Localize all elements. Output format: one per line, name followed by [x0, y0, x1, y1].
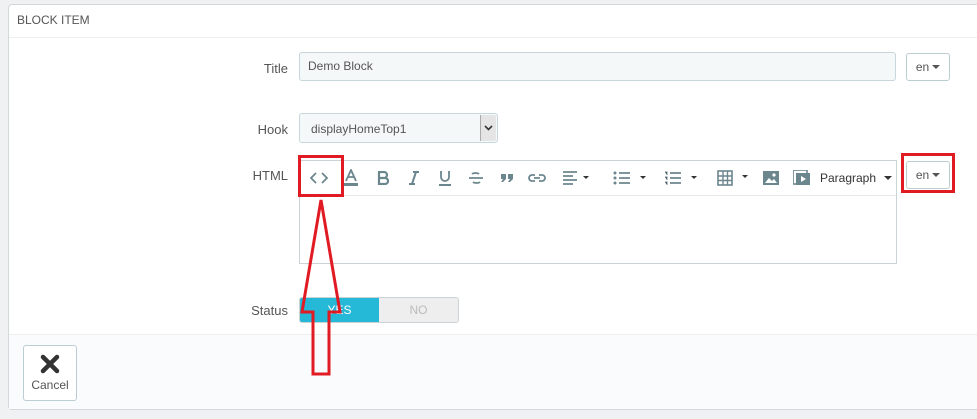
- cancel-button[interactable]: Cancel: [23, 345, 77, 401]
- bullet-list-icon[interactable]: [610, 166, 650, 190]
- panel-footer: Cancel: [9, 334, 977, 409]
- bold-icon[interactable]: [370, 166, 396, 190]
- blockquote-icon[interactable]: [494, 166, 520, 190]
- title-input[interactable]: Demo Block: [299, 52, 896, 81]
- numbered-list-icon[interactable]: [661, 166, 701, 190]
- panel-heading: BLOCK ITEM: [9, 5, 977, 38]
- link-icon[interactable]: [524, 166, 550, 190]
- align-icon[interactable]: [558, 166, 596, 190]
- chevron-down-icon: [932, 173, 941, 177]
- chevron-down-icon: [932, 65, 941, 69]
- html-label: HTML: [252, 168, 288, 183]
- paragraph-format-label: Paragraph: [819, 171, 877, 185]
- italic-icon[interactable]: [401, 166, 427, 190]
- hook-select-value: displayHomeTop1: [311, 122, 407, 136]
- panel-title: BLOCK ITEM: [17, 13, 90, 27]
- hook-select[interactable]: displayHomeTop1: [299, 113, 498, 143]
- status-no-option[interactable]: NO: [379, 298, 458, 322]
- table-icon[interactable]: [714, 166, 752, 190]
- annotation-arrow-icon: [300, 199, 342, 376]
- font-color-icon[interactable]: [338, 166, 364, 190]
- html-editor[interactable]: Paragraph: [299, 160, 897, 264]
- underline-icon[interactable]: [432, 166, 458, 190]
- chevron-down-icon: [480, 115, 496, 141]
- html-language-label: en: [915, 168, 930, 182]
- strikethrough-icon[interactable]: [463, 166, 489, 190]
- title-language-dropdown[interactable]: en: [906, 53, 950, 81]
- title-language-label: en: [915, 60, 930, 74]
- chevron-down-icon: [884, 176, 893, 180]
- cancel-label: Cancel: [31, 378, 69, 392]
- close-icon: [40, 354, 60, 374]
- paragraph-format-dropdown[interactable]: Paragraph: [818, 166, 894, 190]
- title-label: Title: [263, 61, 288, 76]
- editor-toolbar: Paragraph: [300, 161, 896, 196]
- block-item-panel: BLOCK ITEM Title Demo Block en Hook disp…: [8, 4, 977, 410]
- source-code-icon[interactable]: [306, 166, 332, 190]
- editor-content-area[interactable]: [300, 196, 896, 263]
- media-icon[interactable]: [789, 166, 815, 190]
- hook-label: Hook: [257, 122, 288, 137]
- html-language-dropdown[interactable]: en: [906, 161, 950, 189]
- status-label: Status: [251, 303, 288, 318]
- image-icon[interactable]: [758, 166, 784, 190]
